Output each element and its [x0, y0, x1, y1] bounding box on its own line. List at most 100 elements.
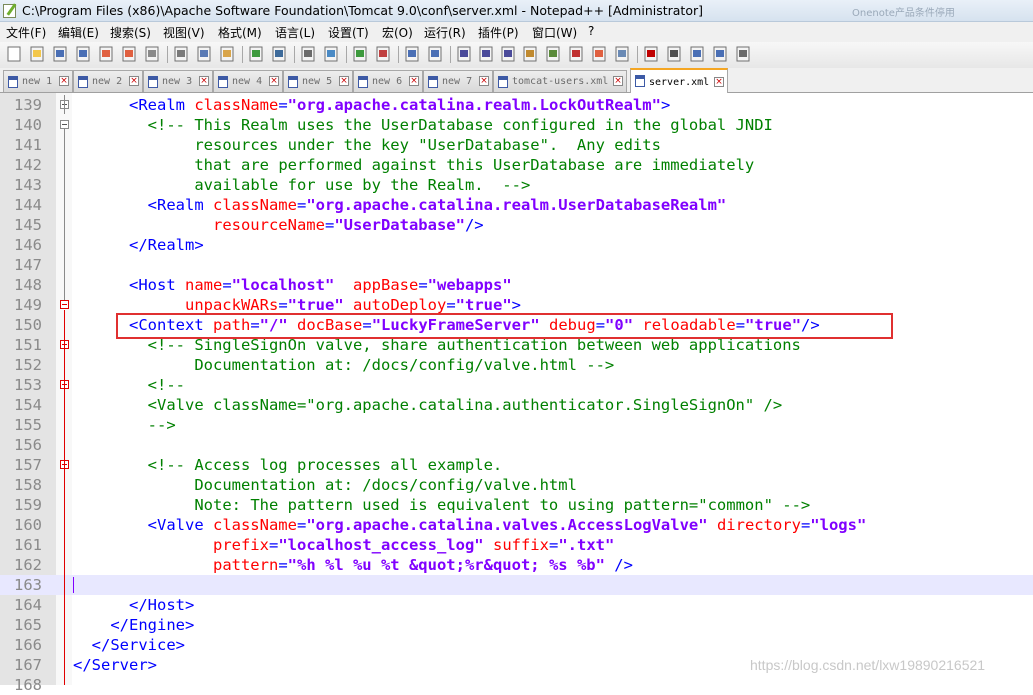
zoom-in-icon[interactable] [351, 45, 369, 63]
close-tab-icon[interactable]: × [59, 76, 69, 86]
save-icon[interactable] [51, 45, 69, 63]
tab-server-xml[interactable]: server.xml × [630, 68, 728, 93]
menu-item-6[interactable]: 设置(T) [328, 24, 369, 41]
tab-new-4[interactable]: new 4 × [213, 70, 283, 92]
show-all-chars-icon[interactable] [477, 45, 495, 63]
code-line[interactable]: 165 </Engine> [0, 615, 1033, 635]
code-line[interactable]: 161 prefix="localhost_access_log" suffix… [0, 535, 1033, 555]
word-wrap-icon[interactable] [455, 45, 473, 63]
stop-macro-icon[interactable] [665, 45, 683, 63]
close-tab-icon[interactable]: × [409, 76, 419, 86]
tab-new-5[interactable]: new 5 × [283, 70, 353, 92]
code-line[interactable]: 157 <!-- Access log processes all exampl… [0, 455, 1033, 475]
code-text: <Host name="localhost" appBase="webapps" [73, 275, 512, 295]
play-macro-icon[interactable] [688, 45, 706, 63]
fold-toggle-icon[interactable] [60, 120, 69, 129]
code-line[interactable]: 144 <Realm className="org.apache.catalin… [0, 195, 1033, 215]
close-icon[interactable] [97, 45, 115, 63]
code-line[interactable]: 146 </Realm> [0, 235, 1033, 255]
fold-toggle-icon[interactable] [60, 300, 69, 309]
code-line[interactable]: 156 [0, 435, 1033, 455]
indent-guide-icon[interactable] [499, 45, 517, 63]
tab-tomcat-users-xml[interactable]: tomcat-users.xml × [493, 70, 627, 92]
code-line[interactable]: 142 that are performed against this User… [0, 155, 1033, 175]
tab-new-6[interactable]: new 6 × [353, 70, 423, 92]
undo-icon[interactable] [247, 45, 265, 63]
new-file-icon[interactable] [5, 45, 23, 63]
sync-vertical-icon[interactable] [403, 45, 421, 63]
menu-item-1[interactable]: 编辑(E) [58, 24, 99, 41]
replace-icon[interactable] [322, 45, 340, 63]
close-tab-icon[interactable]: × [269, 76, 279, 86]
menu-item-11[interactable]: ? [588, 24, 594, 38]
menu-item-10[interactable]: 窗口(W) [532, 24, 577, 41]
close-tab-icon[interactable]: × [129, 76, 139, 86]
tab-new-3[interactable]: new 3 × [143, 70, 213, 92]
open-file-icon[interactable] [28, 45, 46, 63]
copy-icon[interactable] [195, 45, 213, 63]
notepad-plus-plus-icon [3, 4, 16, 18]
code-line[interactable]: 147 [0, 255, 1033, 275]
code-text: <Valve className="org.apache.catalina.va… [73, 515, 867, 535]
code-line[interactable]: 164 </Host> [0, 595, 1033, 615]
tab-new-2[interactable]: new 2 × [73, 70, 143, 92]
code-line[interactable]: 149 unpackWARs="true" autoDeploy="true"> [0, 295, 1033, 315]
close-tab-icon[interactable]: × [714, 77, 724, 87]
find-icon[interactable] [299, 45, 317, 63]
code-line[interactable]: 154 <Valve className="org.apache.catalin… [0, 395, 1033, 415]
menu-item-9[interactable]: 插件(P) [478, 24, 519, 41]
code-line[interactable]: 160 <Valve className="org.apache.catalin… [0, 515, 1033, 535]
save-all-icon[interactable] [74, 45, 92, 63]
code-line[interactable]: 159 Note: The pattern used is equivalent… [0, 495, 1033, 515]
sync-horizontal-icon[interactable] [426, 45, 444, 63]
close-tab-icon[interactable]: × [199, 76, 209, 86]
menu-item-5[interactable]: 语言(L) [275, 24, 315, 41]
zoom-out-icon[interactable] [374, 45, 392, 63]
menu-item-7[interactable]: 宏(O) [382, 24, 413, 41]
code-line[interactable]: 148 <Host name="localhost" appBase="weba… [0, 275, 1033, 295]
tab-bar: new 1 × new 2 × new 3 × new 4 × new 5 × new 6 × new … [0, 68, 1033, 93]
code-line[interactable]: 153 <!-- [0, 375, 1033, 395]
code-line[interactable]: 143 available for use by the Realm. --> [0, 175, 1033, 195]
monitor-icon[interactable] [613, 45, 631, 63]
menu-item-2[interactable]: 搜索(S) [110, 24, 151, 41]
code-text: prefix="localhost_access_log" suffix=".t… [73, 535, 614, 555]
folder-workspace-icon[interactable] [590, 45, 608, 63]
close-tab-icon[interactable]: × [613, 76, 623, 86]
code-text: --> [73, 415, 176, 435]
save-macro-icon[interactable] [734, 45, 752, 63]
code-line[interactable]: 139 <Realm className="org.apache.catalin… [0, 95, 1033, 115]
code-text: Note: The pattern used is equivalent to … [73, 495, 810, 515]
udl-icon[interactable] [521, 45, 539, 63]
menu-item-4[interactable]: 格式(M) [218, 24, 262, 41]
code-line[interactable]: 158 Documentation at: /docs/config/valve… [0, 475, 1033, 495]
close-all-icon[interactable] [120, 45, 138, 63]
code-line[interactable]: 166 </Service> [0, 635, 1033, 655]
paste-icon[interactable] [218, 45, 236, 63]
cut-icon[interactable] [172, 45, 190, 63]
tab-new-7[interactable]: new 7 × [423, 70, 493, 92]
code-line[interactable]: 155 --> [0, 415, 1033, 435]
close-tab-icon[interactable]: × [339, 76, 349, 86]
function-list-icon[interactable] [567, 45, 585, 63]
run-macro-multiple-icon[interactable] [711, 45, 729, 63]
code-token-tag: </Host> [129, 596, 195, 614]
code-line[interactable]: 152 Documentation at: /docs/config/valve… [0, 355, 1033, 375]
close-tab-icon[interactable]: × [479, 76, 489, 86]
menu-item-8[interactable]: 运行(R) [424, 24, 466, 41]
code-line[interactable]: 141 resources under the key "UserDatabas… [0, 135, 1033, 155]
redo-icon[interactable] [270, 45, 288, 63]
code-line[interactable]: 162 pattern="%h %l %u %t &quot;%r&quot; … [0, 555, 1033, 575]
doc-map-icon[interactable] [544, 45, 562, 63]
code-line[interactable]: 145 resourceName="UserDatabase"/> [0, 215, 1033, 235]
code-line[interactable]: 168 [0, 675, 1033, 695]
menu-item-3[interactable]: 视图(V) [163, 24, 205, 41]
tab-new-1[interactable]: new 1 × [3, 70, 73, 92]
print-icon[interactable] [143, 45, 161, 63]
code-line[interactable]: 140 <!-- This Realm uses the UserDatabas… [0, 115, 1033, 135]
code-token-tag: = [296, 196, 307, 214]
file-icon [428, 76, 438, 88]
menu-item-0[interactable]: 文件(F) [6, 24, 46, 41]
code-line[interactable]: 163 [0, 575, 1033, 595]
record-macro-icon[interactable] [642, 45, 660, 63]
